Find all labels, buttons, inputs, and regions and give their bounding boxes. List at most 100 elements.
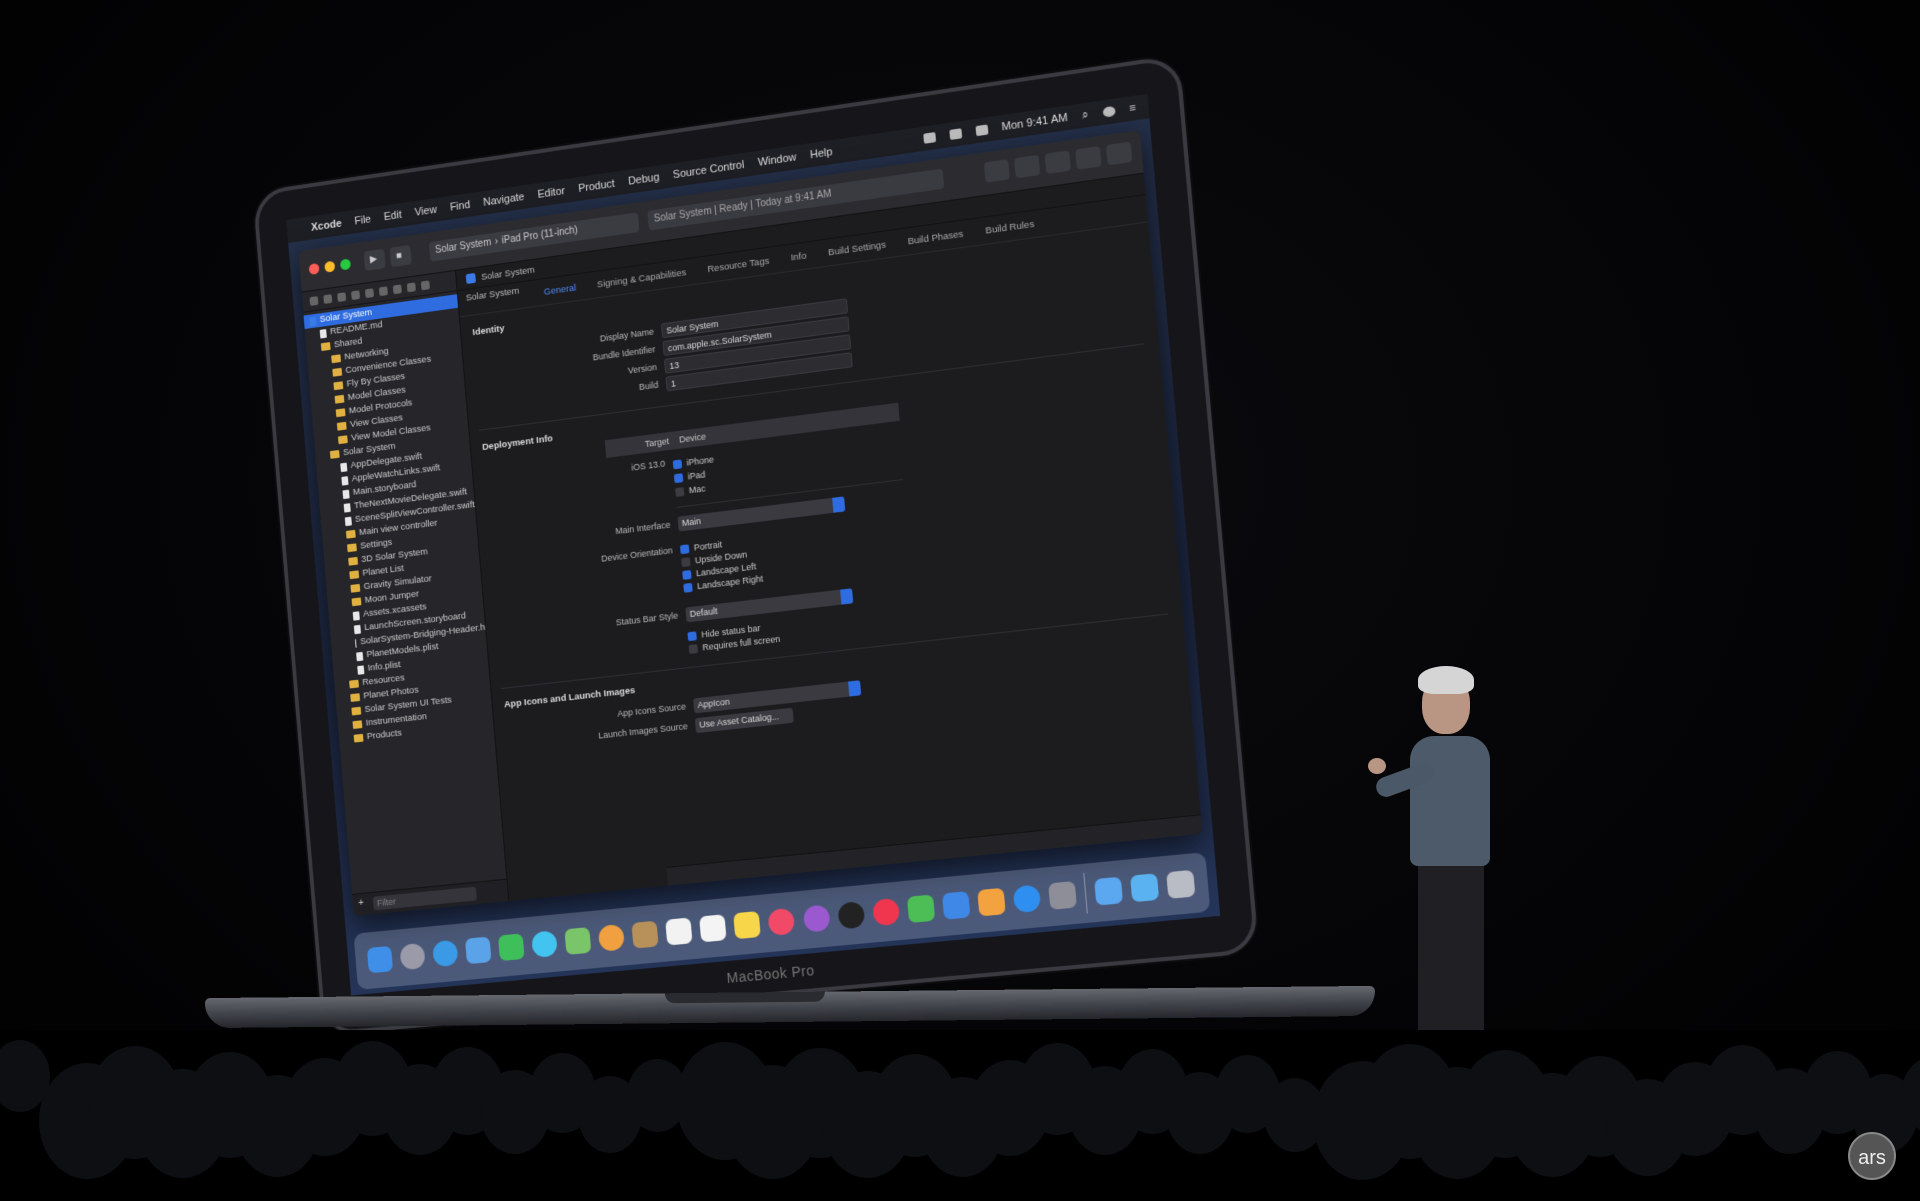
checkbox-icon[interactable] — [683, 582, 693, 593]
xcode-icon[interactable] — [1094, 876, 1124, 906]
siri-icon[interactable] — [1102, 105, 1116, 118]
symbol-tab-icon[interactable] — [337, 291, 347, 302]
menu-item[interactable]: Product — [578, 178, 615, 195]
menu-item[interactable]: Editor — [537, 185, 565, 201]
app-icons-source-value: AppIcon — [697, 696, 731, 710]
numbers-icon[interactable] — [906, 894, 936, 924]
editor-tab[interactable]: Resource Tags — [707, 255, 770, 274]
contacts-icon[interactable] — [631, 920, 659, 949]
device-orientation-label: Device Orientation — [600, 545, 673, 564]
menu-item[interactable]: Window — [757, 151, 796, 168]
app-store-icon[interactable] — [1012, 884, 1042, 914]
spotlight-icon[interactable]: ⌕ — [1081, 108, 1088, 122]
messages-icon[interactable] — [530, 930, 558, 959]
editor-tab[interactable]: Signing & Capabilities — [597, 267, 687, 290]
add-icon[interactable]: + — [358, 898, 364, 909]
status-bar-style-value: Default — [689, 605, 718, 620]
pages-icon[interactable] — [977, 887, 1006, 917]
navigator-filter-field[interactable]: Filter — [372, 886, 477, 911]
folder-tab-icon[interactable] — [309, 295, 319, 306]
notes-icon[interactable] — [733, 910, 762, 940]
menu-item[interactable]: Edit — [384, 209, 403, 223]
breakpoint-tab-icon[interactable] — [406, 281, 416, 292]
checkbox-icon[interactable] — [672, 458, 683, 469]
main-interface-popup[interactable]: Main — [677, 496, 846, 532]
photos-icon[interactable] — [597, 923, 626, 952]
reminders-icon[interactable] — [699, 914, 727, 943]
file-icon — [342, 489, 350, 499]
notification-center-icon[interactable]: ≡ — [1129, 102, 1137, 115]
safari-icon[interactable] — [431, 939, 459, 968]
downloads-folder-icon[interactable] — [1130, 873, 1160, 903]
checkbox-icon[interactable] — [673, 472, 684, 483]
ios-version-label[interactable]: iOS 13.0 — [502, 459, 666, 489]
launchpad-icon[interactable] — [399, 942, 426, 971]
podcasts-icon[interactable] — [802, 904, 831, 933]
presenter-hand — [1368, 758, 1386, 774]
news-icon[interactable] — [871, 897, 900, 927]
music-icon[interactable] — [767, 907, 796, 936]
editor-tab[interactable]: Build Phases — [907, 228, 964, 247]
file-icon — [357, 664, 365, 675]
code-review-button[interactable] — [1014, 154, 1041, 179]
mail-icon[interactable] — [464, 936, 492, 965]
menu-item[interactable]: Help — [810, 146, 833, 161]
checkbox-label: Mac — [688, 483, 706, 496]
checkbox-icon[interactable] — [688, 643, 698, 654]
menu-item[interactable]: Navigate — [483, 191, 525, 209]
menu-item[interactable]: Debug — [628, 171, 660, 187]
checkbox-option[interactable]: iPad — [673, 469, 706, 483]
menu-item[interactable]: View — [414, 204, 437, 219]
menu-item[interactable]: Xcode — [311, 218, 342, 234]
test-tab-icon[interactable] — [378, 285, 388, 296]
menu-item[interactable]: Find — [449, 199, 470, 214]
source-control-tab-icon[interactable] — [323, 293, 333, 304]
folder-icon — [350, 693, 361, 702]
debug-tab-icon[interactable] — [392, 283, 402, 294]
library-button[interactable] — [983, 159, 1010, 183]
jump-bar-target[interactable]: Solar System — [481, 264, 535, 282]
system-preferences-icon[interactable] — [1048, 881, 1078, 910]
folder-icon — [334, 394, 345, 404]
editor-tab[interactable]: Info — [790, 250, 807, 263]
trash-icon[interactable] — [1166, 869, 1196, 899]
checkbox-icon[interactable] — [682, 569, 692, 580]
menubar-clock[interactable]: Mon 9:41 AM — [1001, 112, 1068, 134]
finder-icon[interactable] — [366, 945, 393, 974]
checkbox-icon[interactable] — [687, 630, 697, 641]
facetime-icon[interactable] — [497, 933, 525, 962]
calendar-icon[interactable] — [665, 917, 693, 946]
editor-tab[interactable]: Build Rules — [985, 218, 1035, 236]
report-tab-icon[interactable] — [420, 279, 430, 290]
close-button[interactable] — [308, 262, 320, 275]
menu-item[interactable]: File — [354, 213, 371, 227]
wifi-icon[interactable] — [922, 132, 936, 144]
laptop-lid: Xcode File Edit View Find Navigate Editor Produ… — [252, 54, 1260, 1036]
folder-icon — [353, 733, 364, 743]
inspector-toggle[interactable] — [1105, 141, 1133, 166]
status-bar-style-popup[interactable]: Default — [685, 588, 854, 623]
editor-tab[interactable]: Build Settings — [828, 239, 887, 258]
find-tab-icon[interactable] — [350, 289, 361, 300]
run-button[interactable]: ▶ — [363, 248, 386, 271]
project-icon — [465, 272, 476, 285]
minimize-button[interactable] — [324, 260, 336, 273]
checkbox-option[interactable]: Mac — [675, 483, 706, 497]
folder-icon — [347, 543, 357, 553]
checkbox-option[interactable]: iPhone — [672, 454, 714, 469]
airplay-icon[interactable] — [948, 128, 962, 141]
tv-icon[interactable] — [836, 901, 866, 930]
navigator-toggle[interactable] — [1044, 150, 1071, 175]
editor-tab[interactable]: General — [543, 282, 576, 297]
maps-icon[interactable] — [564, 927, 592, 955]
zoom-button[interactable] — [339, 258, 352, 271]
checkbox-icon[interactable] — [681, 556, 691, 567]
checkbox-icon[interactable] — [675, 486, 685, 497]
battery-icon[interactable] — [975, 124, 989, 137]
menu-item[interactable]: Source Control — [672, 159, 744, 181]
stop-button[interactable]: ■ — [389, 244, 412, 268]
keynote-icon[interactable] — [941, 891, 971, 920]
checkbox-icon[interactable] — [679, 543, 690, 554]
debug-area-toggle[interactable] — [1075, 145, 1102, 170]
issue-tab-icon[interactable] — [364, 287, 374, 298]
